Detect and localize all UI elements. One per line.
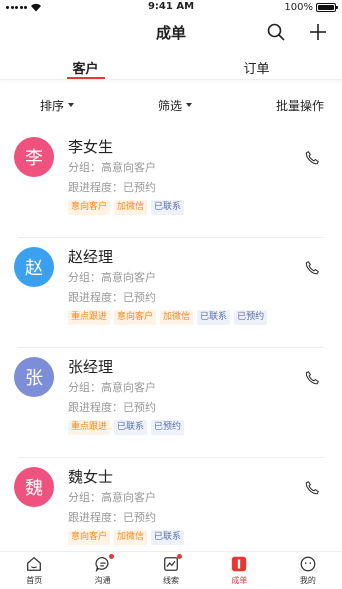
customer-tag: 已联系 bbox=[114, 420, 148, 435]
avatar: 张 bbox=[14, 357, 54, 397]
customer-tag: 加微信 bbox=[160, 310, 194, 325]
customer-group: 分组：高意向客户 bbox=[68, 161, 156, 174]
add-icon[interactable] bbox=[308, 22, 328, 42]
battery-icon bbox=[316, 2, 338, 12]
customer-progress: 跟进程度：已预约 bbox=[68, 291, 156, 304]
tab-orders[interactable]: 订单 bbox=[171, 50, 342, 79]
sort-label: 排序 bbox=[40, 98, 65, 113]
phone-icon[interactable] bbox=[304, 480, 320, 496]
caret-down-icon bbox=[186, 103, 192, 107]
phone-icon[interactable] bbox=[304, 260, 320, 276]
batch-label: 批量操作 bbox=[275, 98, 324, 113]
bottom-nav-label: 线索 bbox=[163, 576, 180, 585]
tab-bar: 客户 订单 bbox=[0, 50, 342, 80]
tag-list: 意向客户 加微信 已联系 bbox=[68, 200, 185, 215]
customer-tag: 已联系 bbox=[151, 200, 185, 215]
sort-dropdown[interactable]: 排序 bbox=[40, 97, 75, 114]
nav-bar: 成单 bbox=[0, 14, 342, 50]
chat-icon bbox=[94, 554, 114, 573]
tag-list: 重点跟进 已联系 已预约 bbox=[68, 420, 185, 435]
tab-customers[interactable]: 客户 bbox=[0, 50, 171, 79]
tag-list: 重点跟进 意向客户 加微信 已联系 已预约 bbox=[68, 310, 268, 325]
bottom-nav-label: 我的 bbox=[299, 576, 316, 585]
page-title: 成单 bbox=[155, 23, 186, 42]
bottom-nav: 首页 沟通 线索 成单 我的 bbox=[0, 551, 342, 589]
customer-tag: 重点跟进 bbox=[68, 420, 111, 435]
bottom-nav-item[interactable]: 我的 bbox=[274, 552, 342, 589]
customer-group: 分组：高意向客户 bbox=[68, 491, 156, 504]
bottom-nav-label: 首页 bbox=[26, 576, 43, 585]
customer-tag: 意向客户 bbox=[68, 530, 111, 545]
customer-tag: 重点跟进 bbox=[68, 310, 111, 325]
customer-tag: 已联系 bbox=[151, 530, 185, 545]
status-bar: 9:41 AM 100% bbox=[0, 0, 342, 14]
notification-dot bbox=[177, 554, 183, 559]
customer-card[interactable]: 李 李女生 分组：高意向客户 跟进程度：已预约 意向客户 加微信 已联系 bbox=[14, 128, 324, 238]
header-actions bbox=[266, 22, 328, 42]
customer-progress: 跟进程度：已预约 bbox=[68, 181, 156, 194]
bottom-nav-item[interactable]: 沟通 bbox=[68, 552, 136, 589]
phone-icon[interactable] bbox=[304, 150, 320, 166]
customer-progress: 跟进程度：已预约 bbox=[68, 511, 156, 524]
wifi-icon bbox=[31, 3, 41, 11]
profile-icon bbox=[299, 555, 317, 573]
phone-icon[interactable] bbox=[304, 370, 320, 386]
battery-percent: 100% bbox=[284, 1, 313, 13]
caret-down-icon bbox=[68, 103, 75, 107]
customer-list: 李 李女生 分组：高意向客户 跟进程度：已预约 意向客户 加微信 已联系 赵 赵经理… bbox=[0, 128, 342, 568]
bottom-nav-label: 成单 bbox=[231, 576, 248, 585]
status-left bbox=[6, 3, 42, 12]
signal-icon bbox=[6, 5, 27, 9]
customer-tag: 已预约 bbox=[151, 420, 185, 435]
avatar: 赵 bbox=[14, 247, 54, 287]
batch-operation-button[interactable]: 批量操作 bbox=[276, 97, 324, 114]
bottom-nav-item[interactable]: 首页 bbox=[0, 552, 68, 589]
notification-dot bbox=[108, 554, 114, 559]
customer-card[interactable]: 赵 赵经理 分组：高意向客户 跟进程度：已预约 重点跟进 意向客户 加微信 已联系 已预… bbox=[14, 238, 324, 348]
customer-tag: 加微信 bbox=[114, 530, 148, 545]
customer-name: 魏女士 bbox=[68, 468, 114, 486]
customer-progress: 跟进程度：已预约 bbox=[68, 401, 156, 414]
bottom-nav-item[interactable]: 成单 bbox=[205, 552, 273, 589]
customer-group: 分组：高意向客户 bbox=[68, 271, 156, 284]
customer-name: 张经理 bbox=[68, 358, 114, 376]
deal-icon bbox=[230, 555, 248, 573]
customer-tag: 意向客户 bbox=[68, 200, 111, 215]
status-right: 100% bbox=[284, 1, 338, 13]
avatar: 魏 bbox=[14, 467, 54, 507]
search-icon[interactable] bbox=[266, 22, 286, 42]
bottom-nav-label: 沟通 bbox=[94, 576, 111, 585]
customer-tag: 加微信 bbox=[114, 200, 148, 215]
home-icon bbox=[25, 555, 43, 573]
customer-tag: 意向客户 bbox=[114, 310, 157, 325]
customer-tag: 已联系 bbox=[197, 310, 231, 325]
bottom-nav-item[interactable]: 线索 bbox=[137, 552, 205, 589]
customer-card[interactable]: 张 张经理 分组：高意向客户 跟进程度：已预约 重点跟进 已联系 已预约 bbox=[14, 348, 324, 458]
customer-name: 赵经理 bbox=[68, 248, 114, 266]
leads-icon bbox=[162, 554, 183, 573]
filter-dropdown[interactable]: 筛选 bbox=[158, 97, 192, 114]
customer-group: 分组：高意向客户 bbox=[68, 381, 156, 394]
avatar: 李 bbox=[14, 137, 54, 177]
filter-label: 筛选 bbox=[157, 98, 182, 113]
customer-tag: 已预约 bbox=[234, 310, 268, 325]
tag-list: 意向客户 加微信 已联系 bbox=[68, 530, 185, 545]
customer-name: 李女生 bbox=[68, 138, 114, 156]
filter-bar: 排序 筛选 批量操作 bbox=[0, 80, 342, 118]
